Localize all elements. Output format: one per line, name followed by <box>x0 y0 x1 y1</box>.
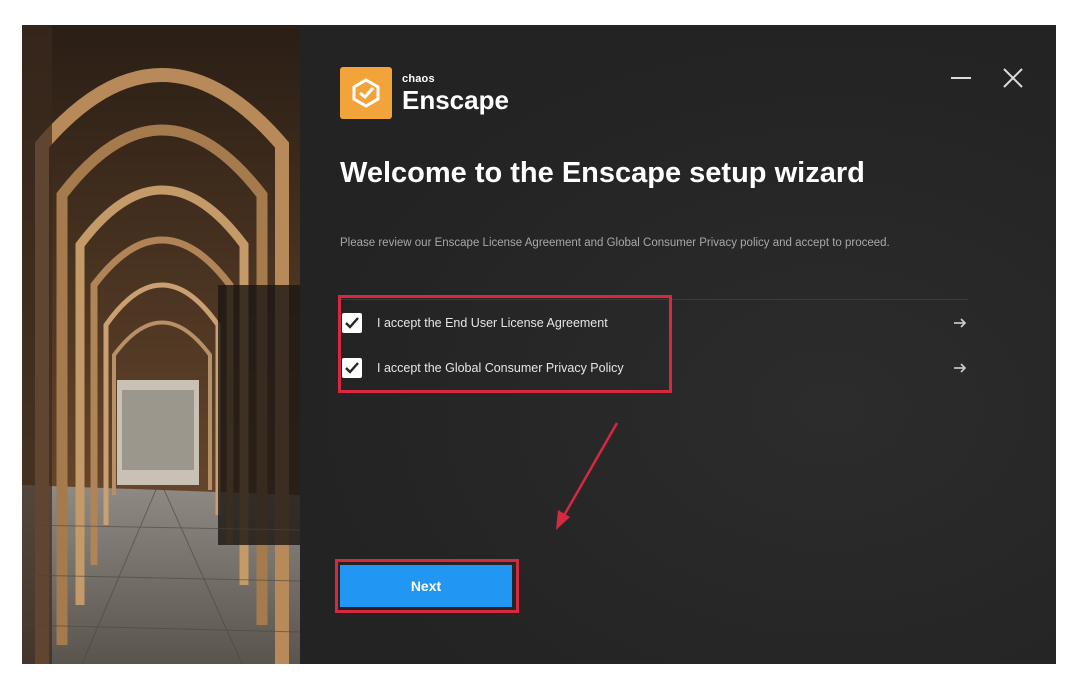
enscape-logo: chaos Enscape <box>340 67 509 119</box>
checkmark-icon <box>345 317 359 329</box>
corridor-illustration <box>22 25 300 664</box>
eula-checkbox[interactable] <box>342 313 362 333</box>
product-name: Enscape <box>402 84 509 115</box>
close-button[interactable] <box>1000 65 1026 91</box>
wizard-content: chaos Enscape Welcome to the Enscape set… <box>300 25 1056 664</box>
minimize-button[interactable] <box>948 65 974 91</box>
eula-agreement-row[interactable]: I accept the End User License Agreement <box>342 307 968 339</box>
checkmark-icon <box>345 362 359 374</box>
intro-text: Please review our Enscape License Agreem… <box>340 237 890 249</box>
brand-name: chaos <box>402 72 435 85</box>
arrow-right-icon[interactable] <box>952 360 968 376</box>
next-button[interactable]: Next <box>340 565 512 607</box>
arrow-right-icon[interactable] <box>952 315 968 331</box>
privacy-label: I accept the Global Consumer Privacy Pol… <box>377 361 624 375</box>
setup-wizard-window: chaos Enscape Welcome to the Enscape set… <box>22 25 1056 664</box>
privacy-policy-row[interactable]: I accept the Global Consumer Privacy Pol… <box>342 352 968 384</box>
privacy-checkbox[interactable] <box>342 358 362 378</box>
close-icon <box>1003 68 1023 88</box>
architecture-photo <box>22 25 300 664</box>
divider <box>340 299 968 300</box>
eula-label: I accept the End User License Agreement <box>377 316 608 330</box>
minimize-icon <box>951 77 971 79</box>
enscape-logo-icon <box>340 67 392 119</box>
page-title: Welcome to the Enscape setup wizard <box>340 157 865 189</box>
